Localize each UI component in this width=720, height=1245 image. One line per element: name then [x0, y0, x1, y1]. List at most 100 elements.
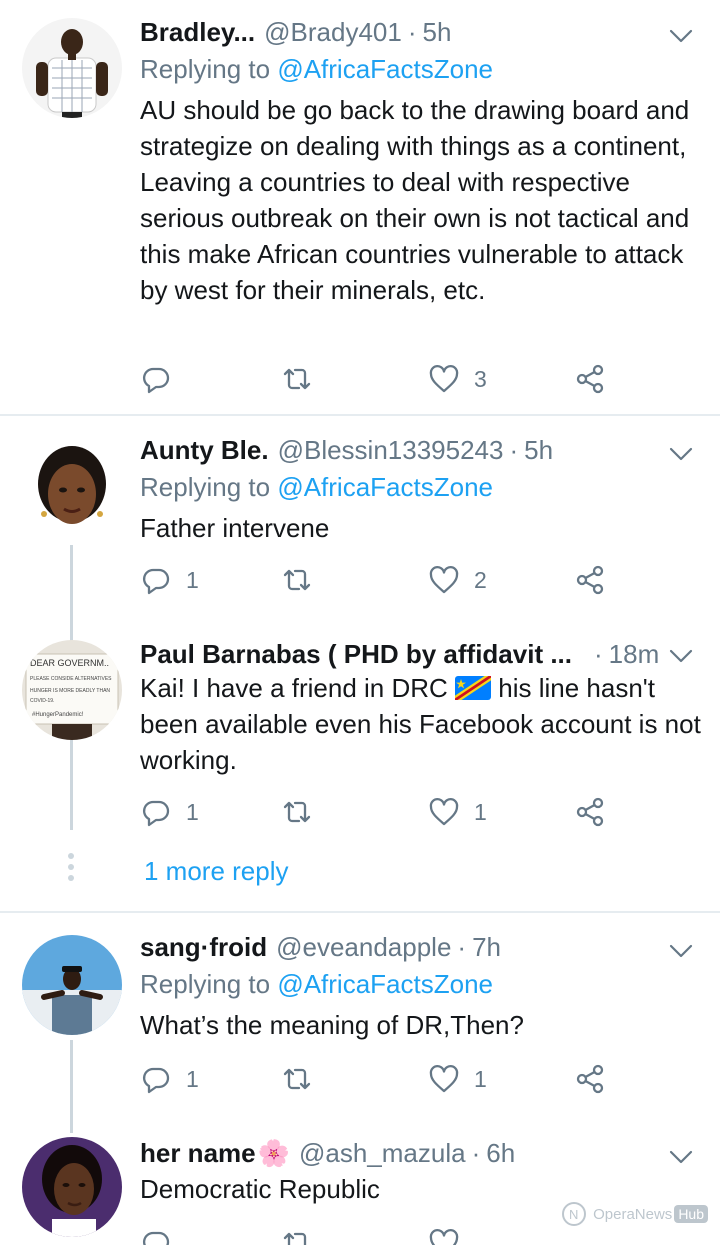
user-handle[interactable]: @Blessin13395243 — [278, 432, 504, 468]
share-icon — [576, 1064, 604, 1094]
replying-to: Replying to @AfricaFactsZone — [140, 51, 493, 87]
avatar[interactable] — [22, 1137, 122, 1237]
retweet-icon — [283, 368, 311, 390]
reply-icon — [142, 800, 170, 827]
like-icon — [429, 566, 459, 594]
separator-dot: · — [509, 435, 519, 465]
mention-link[interactable]: @AfricaFactsZone — [277, 54, 493, 84]
share-icon — [576, 797, 604, 827]
replying-prefix: Replying to — [140, 472, 271, 502]
tweet-4[interactable]: sang·froid @eveandapple · 7h Replying to… — [0, 913, 720, 1133]
operanews-logo-icon: N — [562, 1202, 587, 1226]
sign-line-3: HUNGER IS MORE DEADLY THAN — [30, 688, 110, 694]
chevron-down-icon[interactable] — [668, 27, 694, 45]
like-count: 1 — [474, 1065, 487, 1092]
tweet-text: Father intervene — [140, 513, 330, 543]
watermark-hub: Hub — [674, 1205, 708, 1223]
chevron-down-icon[interactable] — [668, 647, 694, 665]
display-name[interactable]: Aunty Ble. — [140, 432, 269, 468]
user-handle[interactable]: @ash_mazula — [299, 1135, 466, 1171]
share-button[interactable] — [574, 361, 606, 397]
retweet-icon — [283, 801, 311, 823]
reply-icon — [142, 1231, 170, 1245]
sign-line-4: COVID-19. — [30, 698, 54, 704]
reply-count: 1 — [186, 566, 199, 593]
reply-count: 1 — [186, 798, 199, 825]
chevron-down-icon[interactable] — [668, 942, 694, 960]
display-name[interactable]: Bradley... — [140, 14, 255, 50]
replying-to: Replying to @AfricaFactsZone — [140, 469, 493, 505]
tweet-header: her name 🌸 @ash_mazula · 6h — [140, 1135, 640, 1171]
timestamp[interactable]: 6h — [486, 1135, 515, 1171]
tweet-3[interactable]: DEAR GOVERNM.. PLEASE CONSIDE ALTERNATIV… — [0, 632, 720, 842]
retweet-button[interactable] — [281, 1061, 327, 1097]
sign-line-2: PLEASE CONSIDE ALTERNATIVES — [30, 676, 112, 682]
avatar[interactable] — [22, 438, 122, 538]
tweet-text: AU should be go back to the drawing boar… — [140, 95, 690, 305]
tweet-header: Paul Barnabas ( PHD by affidavit ... · 1… — [140, 636, 659, 672]
display-name[interactable]: Paul Barnabas ( PHD by affidavit ... — [140, 636, 572, 672]
retweet-button[interactable] — [281, 794, 327, 830]
share-button[interactable] — [574, 562, 606, 598]
mention-link[interactable]: @AfricaFactsZone — [277, 969, 493, 999]
like-icon — [429, 1229, 459, 1245]
like-button[interactable]: 3 — [428, 361, 487, 397]
tweet-1[interactable]: Bradley... @Brady401 · 5h Replying to @A… — [0, 0, 720, 414]
avatar-paul-sign-image: DEAR GOVERNM.. PLEASE CONSIDE ALTERNATIV… — [22, 640, 122, 740]
separator-dot: · — [594, 639, 603, 669]
display-name[interactable]: her name — [140, 1135, 256, 1171]
retweet-button[interactable] — [281, 562, 327, 598]
chevron-down-icon[interactable] — [668, 445, 694, 463]
like-button[interactable] — [428, 1225, 460, 1245]
avatar[interactable] — [22, 935, 122, 1035]
retweet-button[interactable] — [281, 1225, 313, 1245]
share-button[interactable] — [574, 794, 606, 830]
separator-dot: · — [471, 1138, 481, 1168]
action-bar: 1 2 — [140, 562, 640, 598]
tweet-2[interactable]: Aunty Ble. @Blessin13395243 · 5h Replyin… — [0, 416, 720, 632]
mention-link[interactable]: @AfricaFactsZone — [277, 472, 493, 502]
reply-button[interactable]: 1 — [140, 1061, 199, 1097]
thread-more-dots — [66, 853, 76, 886]
reply-button[interactable] — [140, 361, 186, 397]
user-handle[interactable]: @eveandapple — [276, 929, 451, 965]
retweet-icon — [283, 569, 311, 591]
display-name[interactable]: sang·froid — [140, 929, 267, 965]
like-button[interactable]: 2 — [428, 562, 487, 598]
chevron-down-icon[interactable] — [668, 1148, 694, 1166]
name-emoji: 🌸 — [257, 1138, 290, 1168]
timestamp[interactable]: 5h — [423, 14, 452, 50]
tweet-text: Kai! I have a friend in DRC his line has… — [140, 670, 710, 778]
avatar-bradley-image — [22, 18, 122, 118]
retweet-button[interactable] — [281, 361, 327, 397]
like-count: 3 — [474, 365, 487, 392]
like-button[interactable]: 1 — [428, 794, 487, 830]
user-handle[interactable]: @Brady401 — [264, 14, 402, 50]
replying-prefix: Replying to — [140, 969, 271, 999]
share-button[interactable] — [574, 1061, 606, 1097]
like-icon — [429, 798, 459, 826]
reply-button[interactable]: 1 — [140, 562, 199, 598]
reply-button[interactable]: 1 — [140, 794, 199, 830]
like-count: 1 — [474, 798, 487, 825]
timestamp[interactable]: 5h — [524, 432, 553, 468]
like-count: 2 — [474, 566, 487, 593]
share-icon — [576, 364, 604, 394]
avatar[interactable]: DEAR GOVERNM.. PLEASE CONSIDE ALTERNATIV… — [22, 640, 122, 740]
reply-count: 1 — [186, 1065, 199, 1092]
retweet-icon — [283, 1068, 311, 1090]
like-button[interactable]: 1 — [428, 1061, 487, 1097]
more-replies-link[interactable]: 1 more reply — [144, 853, 289, 889]
retweet-icon — [283, 1232, 307, 1245]
avatar-hername-image — [22, 1137, 122, 1237]
separator-dot: · — [457, 932, 467, 962]
reply-button[interactable] — [140, 1225, 172, 1245]
replying-to: Replying to @AfricaFactsZone — [140, 966, 493, 1002]
like-icon — [429, 1065, 459, 1093]
timestamp[interactable]: 7h — [472, 929, 501, 965]
timestamp[interactable]: 18m — [609, 636, 660, 672]
reply-icon — [142, 367, 170, 394]
replying-prefix: Replying to — [140, 54, 271, 84]
share-icon — [576, 565, 604, 595]
avatar[interactable] — [22, 18, 122, 118]
